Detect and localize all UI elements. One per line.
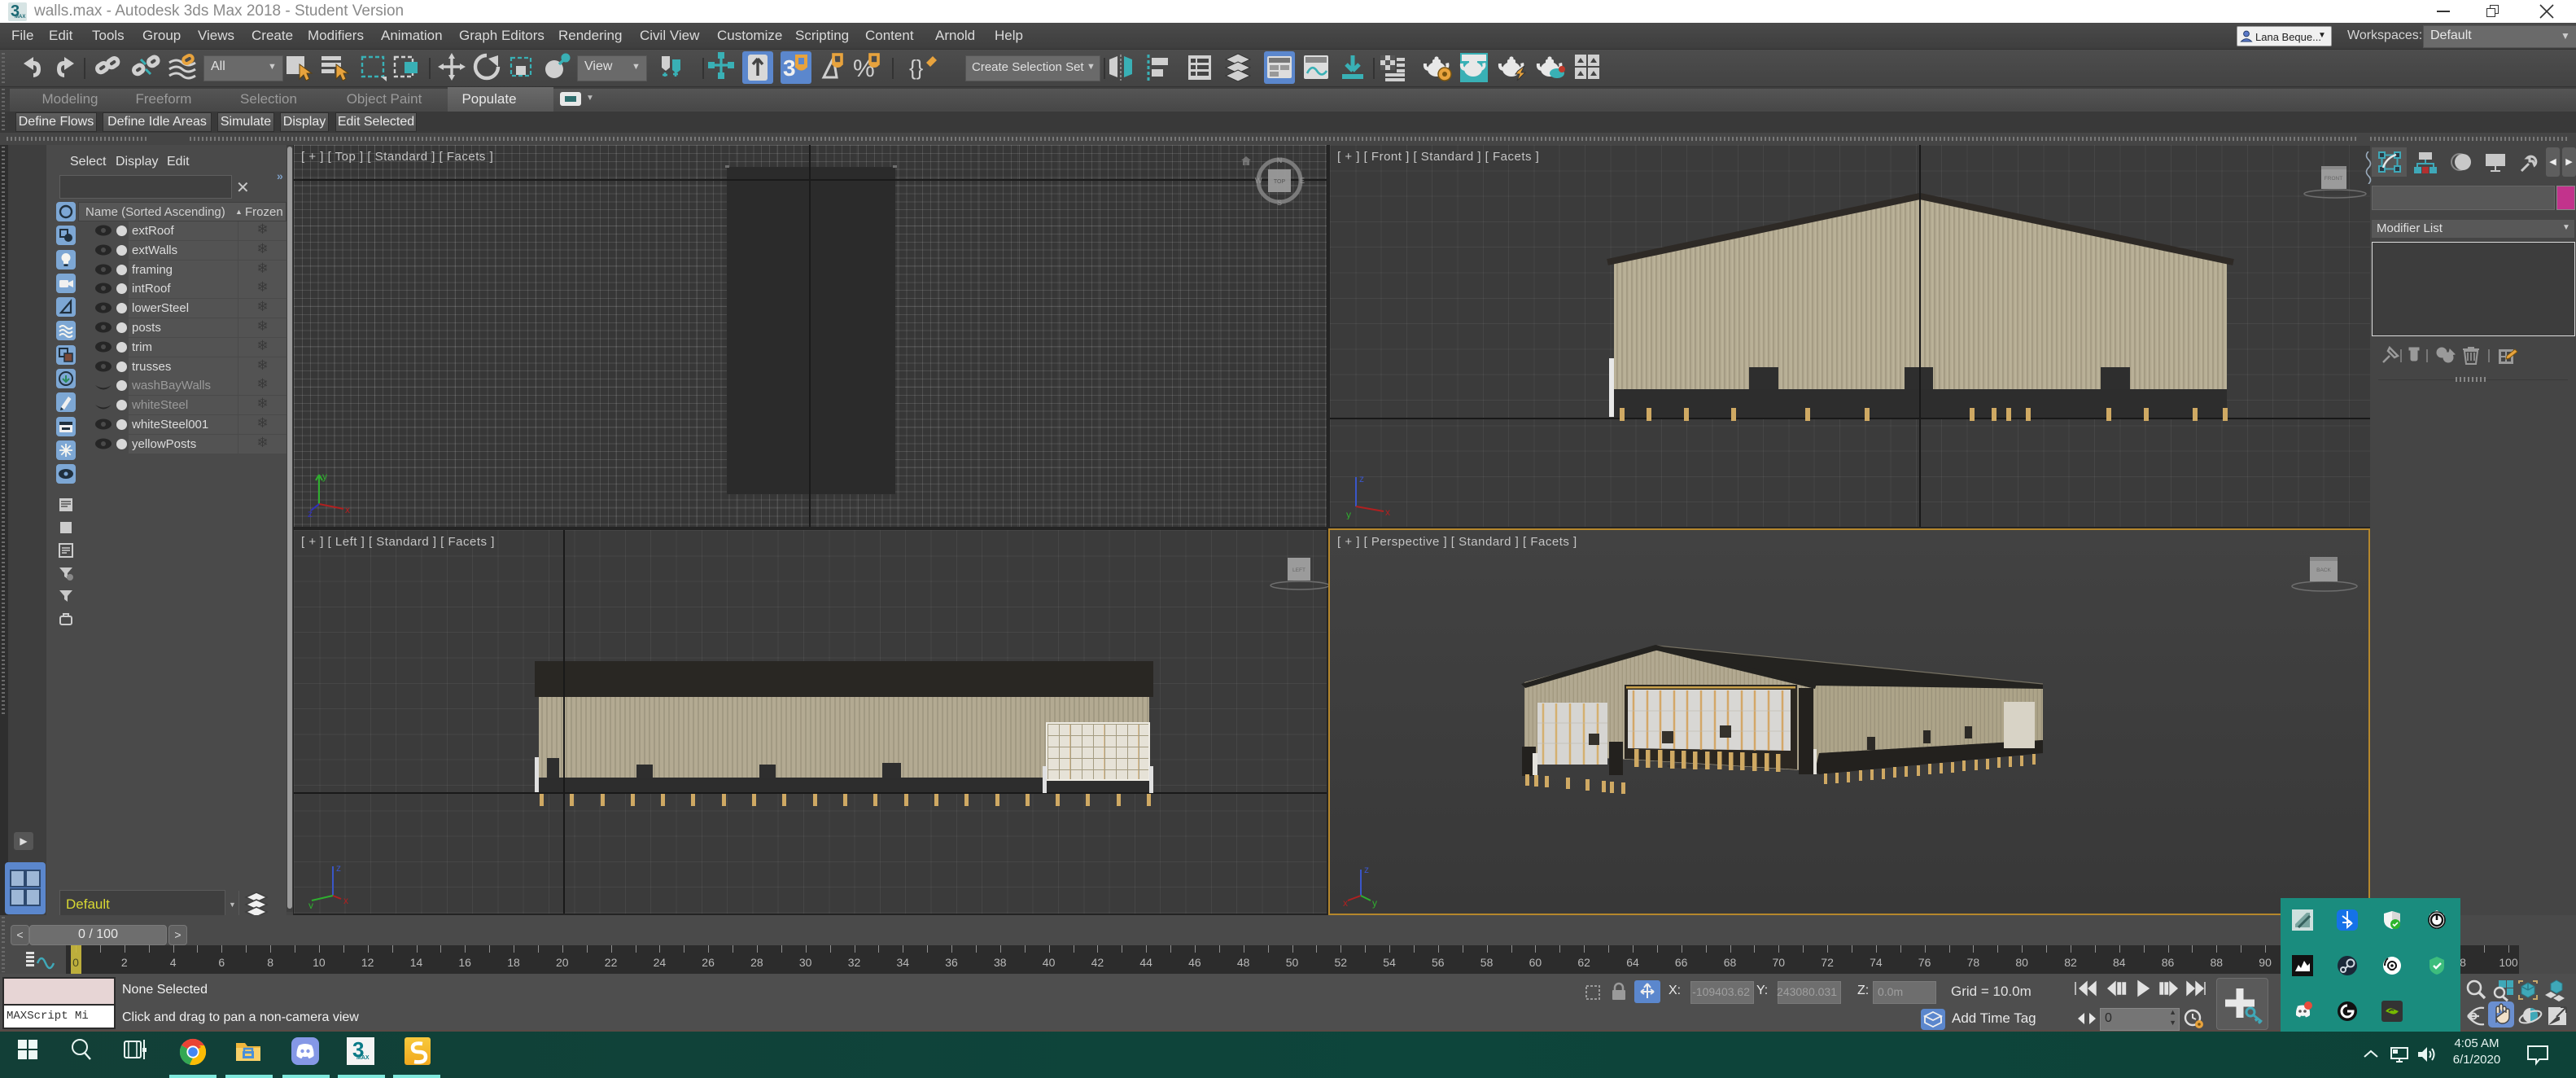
svg-text:S: S: [1277, 199, 1282, 207]
svg-text:W: W: [1255, 177, 1262, 185]
svg-text:x: x: [1385, 506, 1390, 518]
svg-text:z: z: [336, 862, 341, 874]
svg-text:y: y: [308, 900, 313, 909]
svg-text:BACK: BACK: [2316, 567, 2331, 573]
svg-text:z: z: [308, 508, 313, 517]
svg-text:E: E: [1300, 177, 1305, 185]
svg-text:z: z: [1359, 473, 1364, 484]
svg-text:x: x: [343, 895, 348, 906]
svg-text:LEFT: LEFT: [1292, 567, 1305, 573]
svg-text:y: y: [1346, 509, 1351, 519]
svg-text:FRONT: FRONT: [2325, 176, 2342, 182]
svg-text:TOP: TOP: [1274, 179, 1286, 185]
svg-text:y: y: [1372, 897, 1377, 909]
svg-text:z: z: [1364, 864, 1369, 875]
svg-text:3: 3: [783, 55, 796, 81]
svg-text:N: N: [1277, 156, 1283, 164]
svg-text:x: x: [1343, 897, 1348, 909]
svg-text:x: x: [345, 504, 350, 515]
svg-text:{}: {}: [909, 55, 924, 80]
svg-text:y: y: [322, 471, 327, 482]
